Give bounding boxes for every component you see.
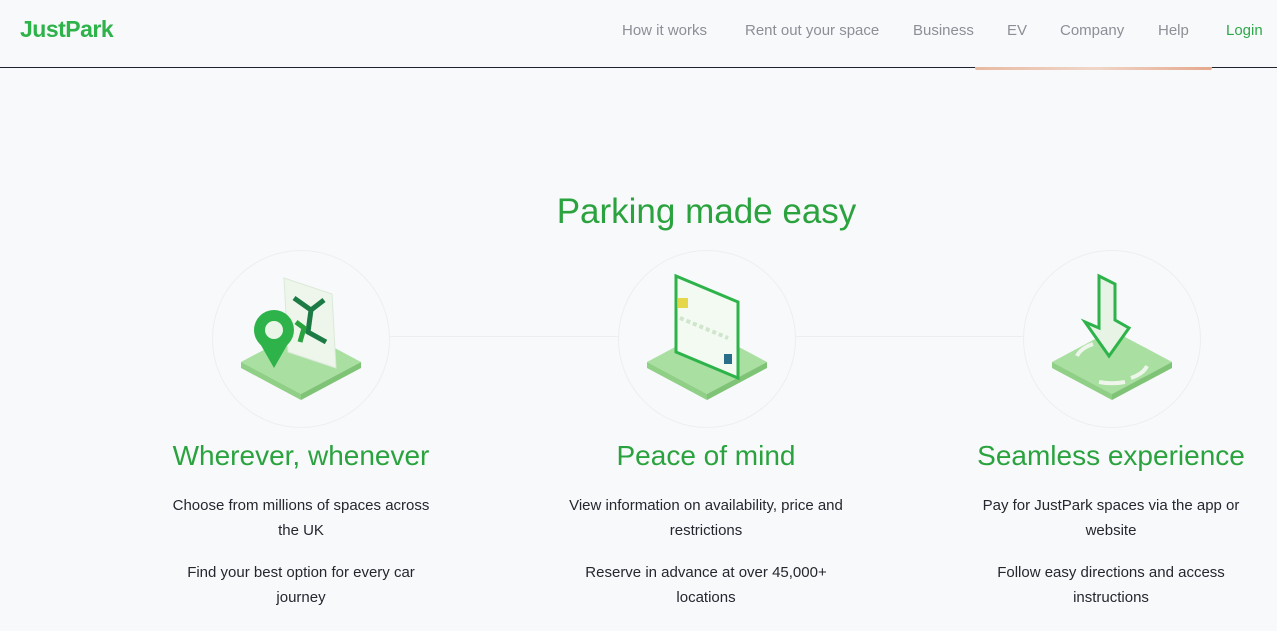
nav-ev[interactable]: EV [1007,22,1027,39]
feature-text: Find your best option for every car jour… [187,564,415,606]
nav-business[interactable]: Business [913,22,974,39]
connector-line [390,336,618,337]
feature-title: Seamless experience [977,440,1245,471]
feature-title: Peace of mind [616,440,796,471]
site-header: JustPark How it works Rent out your spac… [0,0,1277,68]
feature-text: Choose from millions of spaces across th… [172,497,430,539]
credit-card-icon [647,273,767,400]
nav-help[interactable]: Help [1158,22,1189,39]
nav-how-it-works[interactable]: How it works [622,22,707,39]
download-arrow-icon [1052,273,1172,400]
feature-text: Follow easy directions and access instru… [997,564,1225,606]
nav-login[interactable]: Login [1226,22,1263,39]
nav-rent-out-your-space[interactable]: Rent out your space [745,22,879,39]
feature-text: View information on availability, price … [569,497,843,539]
connector-line [796,336,1024,337]
feature-title: Wherever, whenever [172,440,430,471]
hero-image-edge [975,67,1212,70]
nav-company[interactable]: Company [1060,22,1124,39]
feature-text: Reserve in advance at over 45,000+ locat… [585,564,827,606]
section-headline: Parking made easy [556,192,857,231]
main-nav: How it works Rent out your space Busines… [0,22,1277,42]
map-pin-icon [241,277,361,400]
feature-text: Pay for JustPark spaces via the app or w… [982,497,1240,539]
